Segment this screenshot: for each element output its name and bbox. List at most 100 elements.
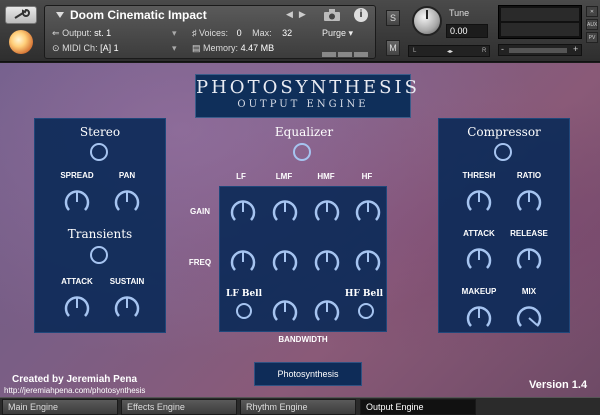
tune-value[interactable]: 0.00 [446, 24, 488, 38]
purge-button[interactable]: Purge ▾ [322, 28, 353, 39]
lf-gain-knob[interactable] [228, 197, 258, 227]
max-voices-value[interactable]: 32 [282, 28, 292, 38]
sustain-knob[interactable] [112, 293, 142, 323]
output-dropdown-icon[interactable]: ▾ [172, 28, 177, 39]
midi-dropdown-icon[interactable]: ▾ [172, 43, 177, 54]
thresh-label: THRESH [462, 171, 496, 180]
eq-band-lf-label: LF [236, 172, 246, 181]
voices-icon: ♯ [192, 28, 197, 38]
mix-label: MIX [521, 287, 537, 296]
mute-button[interactable]: M [386, 40, 400, 56]
volume-fill [509, 48, 567, 53]
side-buttons: ✕ AUX PV [586, 6, 598, 45]
memory-value: 4.47 MB [240, 43, 275, 53]
lf-freq-knob[interactable] [228, 247, 258, 277]
voices-value: 0 [236, 28, 242, 38]
lmf-bandwidth-knob[interactable] [270, 297, 300, 327]
preset-name-box[interactable]: Photosynthesis [254, 362, 362, 386]
bandwidth-label: BANDWIDTH [278, 335, 328, 344]
instrument-menu-icon[interactable] [56, 12, 64, 18]
purge-label: Purge [322, 28, 347, 38]
tune-label: Tune [449, 8, 470, 18]
eq-band-hf-label: HF [361, 172, 373, 181]
lmf-freq-knob[interactable] [270, 247, 300, 277]
pv-button[interactable]: PV [586, 32, 598, 43]
compressor-toggle-button[interactable] [494, 143, 512, 161]
tab-rhythm-engine[interactable]: Rhythm Engine [240, 399, 356, 415]
transients-attack-knob[interactable] [62, 293, 92, 323]
pan-label: PAN [118, 171, 136, 180]
gain-label: GAIN [190, 207, 210, 216]
instrument-header: Doom Cinematic Impact ◀▶ i ⇐ Output: st.… [0, 0, 600, 62]
info-button[interactable]: i [354, 8, 368, 22]
equalizer-section: LF Bell HF Bell [219, 186, 387, 332]
equalizer-toggle-button[interactable] [293, 143, 311, 161]
credit-url[interactable]: http://jeremiahpena.com/photosynthesis [4, 386, 145, 395]
midi-row[interactable]: ⊙ MIDI Ch: [A] 1 [52, 43, 119, 54]
transients-title: Transients [67, 227, 133, 241]
output-label: Output: [62, 28, 92, 38]
plugin-title-box: PHOTOSYNTHESIS OUTPUT ENGINE [195, 74, 417, 118]
voices-row: ♯ Voices: 0 Max: 32 [192, 28, 292, 38]
compressor-attack-knob[interactable] [464, 245, 494, 275]
purge-meter [322, 44, 372, 57]
release-knob[interactable] [514, 245, 544, 275]
equalizer-title: Equalizer [274, 125, 334, 139]
output-row[interactable]: ⇐ Output: st. 1 [52, 28, 111, 39]
level-meter [498, 5, 582, 39]
tune-knob[interactable] [412, 6, 442, 36]
tab-effects-engine[interactable]: Effects Engine [121, 399, 237, 415]
ratio-label: RATIO [516, 171, 542, 180]
sustain-label: SUSTAIN [109, 277, 145, 286]
transients-attack-label: ATTACK [61, 277, 93, 286]
lmf-gain-knob[interactable] [270, 197, 300, 227]
hf-freq-knob[interactable] [353, 247, 383, 277]
midi-value: [A] 1 [100, 43, 119, 53]
makeup-knob[interactable] [464, 303, 494, 333]
lf-bell-toggle-button[interactable] [236, 303, 252, 319]
hf-bell-label: HF Bell [344, 289, 384, 299]
memory-row: ▤ Memory: 4.47 MB [192, 43, 274, 54]
compressor-title: Compressor [467, 125, 541, 139]
mix-knob[interactable] [514, 303, 544, 333]
pan-slider[interactable]: L ◂▸ R [408, 45, 490, 57]
pan-left-label: L [413, 48, 417, 54]
tab-main-engine[interactable]: Main Engine [2, 399, 118, 415]
engine-tabs: Main Engine Effects Engine Rhythm Engine… [0, 397, 600, 415]
midi-icon: ⊙ [52, 43, 60, 53]
pan-right-label: R [482, 48, 487, 54]
transients-toggle-button[interactable] [90, 246, 108, 264]
pan-center-icon: ◂▸ [447, 49, 454, 55]
camera-icon[interactable] [324, 9, 340, 21]
instrument-nav-arrows[interactable]: ◀▶ [286, 9, 312, 20]
thresh-knob[interactable] [464, 187, 494, 217]
volume-slider[interactable]: - + [498, 44, 582, 56]
memory-icon: ▤ [192, 43, 201, 53]
version-label: Version 1.4 [529, 379, 588, 391]
solo-button[interactable]: S [386, 10, 400, 26]
spread-label: SPREAD [60, 171, 94, 180]
hmf-gain-knob[interactable] [312, 197, 342, 227]
hf-gain-knob[interactable] [353, 197, 383, 227]
hmf-freq-knob[interactable] [312, 247, 342, 277]
spread-knob[interactable] [62, 187, 92, 217]
pan-knob[interactable] [112, 187, 142, 217]
credit-text: Created by Jeremiah Pena [12, 374, 138, 385]
memory-label: Memory: [203, 43, 239, 53]
instrument-name[interactable]: Doom Cinematic Impact [70, 8, 207, 22]
stereo-toggle-button[interactable] [90, 143, 108, 161]
instrument-icon [9, 30, 33, 54]
volume-plus-label: + [573, 44, 579, 54]
compressor-section: Compressor THRESH RATIO ATTACK RELEASE M… [438, 118, 570, 333]
ratio-knob[interactable] [514, 187, 544, 217]
close-icon[interactable]: ✕ [586, 6, 598, 17]
wrench-icon[interactable] [5, 6, 37, 24]
midi-label: MIDI Ch: [62, 43, 98, 53]
hmf-bandwidth-knob[interactable] [312, 297, 342, 327]
aux-button[interactable]: AUX [586, 19, 598, 30]
output-value: st. 1 [94, 28, 112, 38]
tab-output-engine[interactable]: Output Engine [360, 399, 476, 415]
max-label: Max: [252, 28, 272, 38]
hf-bell-toggle-button[interactable] [358, 303, 374, 319]
volume-minus-label: - [501, 44, 504, 54]
